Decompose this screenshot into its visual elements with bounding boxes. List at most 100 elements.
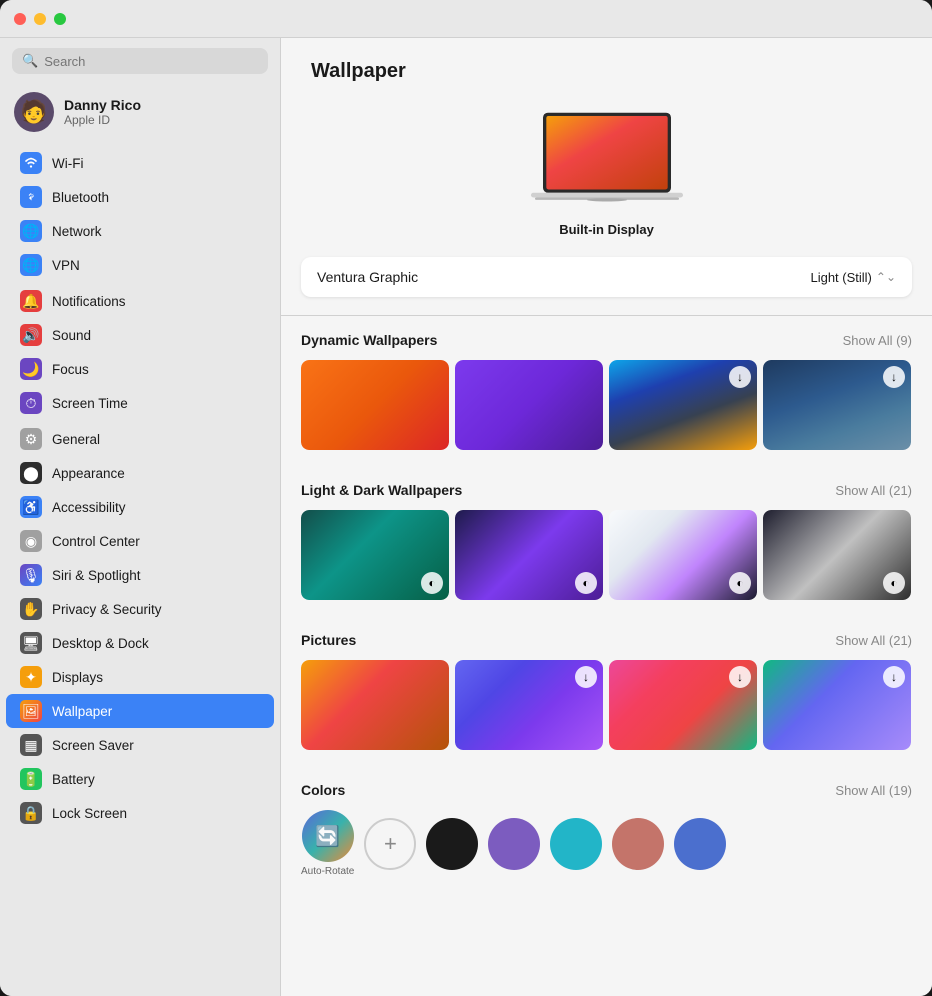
auto-rotate-item[interactable]: 🔄 Auto-Rotate xyxy=(301,810,354,877)
close-button[interactable] xyxy=(14,13,26,25)
pictures-thumb-1-bg xyxy=(301,660,449,750)
colors-grid: 🔄 Auto-Rotate + xyxy=(301,810,912,877)
pictures-section: Pictures Show All (21) ↓ ↓ xyxy=(281,616,932,766)
dynamic-thumb-1[interactable] xyxy=(301,360,449,450)
sidebar-item-network[interactable]: 🌐 Network xyxy=(6,214,274,248)
add-color-button[interactable]: + xyxy=(364,818,416,870)
sidebar-label-desktop: Desktop & Dock xyxy=(52,636,149,651)
lightdark-thumb-2[interactable]: ◐ xyxy=(455,510,603,600)
wallpaper-style-dropdown[interactable]: Light (Still) ⌃⌄ xyxy=(810,270,896,285)
user-profile[interactable]: 🧑 Danny Rico Apple ID xyxy=(0,82,280,142)
color-swatch-cyan[interactable] xyxy=(550,818,602,870)
appearance-icon: ⬤ xyxy=(20,462,42,484)
dynamic-thumb-3[interactable]: ↓ xyxy=(609,360,757,450)
search-bar[interactable]: 🔍 xyxy=(12,48,268,74)
sidebar-label-focus: Focus xyxy=(52,362,89,377)
siri-icon: 🎙 xyxy=(20,564,42,586)
light-dark-toggle-icon-3: ◐ xyxy=(729,572,751,594)
light-dark-toggle-icon-1: ◐ xyxy=(421,572,443,594)
sidebar-item-notifications[interactable]: 🔔 Notifications xyxy=(6,284,274,318)
light-dark-toggle-icon-2: ◐ xyxy=(575,572,597,594)
vpn-icon: 🌐 xyxy=(20,254,42,276)
privacy-icon: ✋ xyxy=(20,598,42,620)
pictures-thumb-3[interactable]: ↓ xyxy=(609,660,757,750)
dynamic-thumb-2[interactable] xyxy=(455,360,603,450)
lightdark-show-all[interactable]: Show All (21) xyxy=(835,483,912,498)
lightdark-thumb-3[interactable]: ◐ xyxy=(609,510,757,600)
sidebar-item-controlcenter[interactable]: ◉ Control Center xyxy=(6,524,274,558)
lightdark-thumb-4[interactable]: ◐ xyxy=(763,510,911,600)
sidebar-label-appearance: Appearance xyxy=(52,466,125,481)
display-label: Built-in Display xyxy=(559,222,654,237)
controlcenter-icon: ◉ xyxy=(20,530,42,552)
main-content: 🔍 🧑 Danny Rico Apple ID W xyxy=(0,38,932,996)
pictures-thumb-4[interactable]: ↓ xyxy=(763,660,911,750)
sound-icon: 🔊 xyxy=(20,324,42,346)
sidebar-item-screentime[interactable]: ⏱ Screen Time xyxy=(6,386,274,420)
sidebar-item-screensaver[interactable]: ▦ Screen Saver xyxy=(6,728,274,762)
sidebar-item-accessibility[interactable]: ♿ Accessibility xyxy=(6,490,274,524)
displays-icon: ✦ xyxy=(20,666,42,688)
dynamic-thumb-4[interactable]: ↓ xyxy=(763,360,911,450)
sidebar-label-accessibility: Accessibility xyxy=(52,500,126,515)
sidebar-label-screentime: Screen Time xyxy=(52,396,128,411)
sidebar-item-focus[interactable]: 🌙 Focus xyxy=(6,352,274,386)
cloud-download-icon-pic2: ↓ xyxy=(575,666,597,688)
sidebar-item-wallpaper[interactable]: 🖼 Wallpaper xyxy=(6,694,274,728)
battery-icon: 🔋 xyxy=(20,768,42,790)
colors-show-all[interactable]: Show All (19) xyxy=(835,783,912,798)
sidebar-item-general[interactable]: ⚙ General xyxy=(6,422,274,456)
sidebar-item-siri[interactable]: 🎙 Siri & Spotlight xyxy=(6,558,274,592)
titlebar xyxy=(0,0,932,38)
sidebar-label-privacy: Privacy & Security xyxy=(52,602,162,617)
maximize-button[interactable] xyxy=(54,13,66,25)
sidebar-label-wifi: Wi-Fi xyxy=(52,156,83,171)
dynamic-show-all[interactable]: Show All (9) xyxy=(843,333,912,348)
sidebar-item-wifi[interactable]: Wi-Fi xyxy=(6,146,274,180)
user-name: Danny Rico xyxy=(64,97,141,113)
sidebar-section-system: ⚙ General ⬤ Appearance ♿ Accessibility ◉… xyxy=(0,422,280,830)
color-swatch-blue[interactable] xyxy=(674,818,726,870)
sidebar-label-controlcenter: Control Center xyxy=(52,534,140,549)
wifi-icon xyxy=(20,152,42,174)
screentime-icon: ⏱ xyxy=(20,392,42,414)
sidebar: 🔍 🧑 Danny Rico Apple ID W xyxy=(0,38,281,996)
pictures-wallpaper-grid: ↓ ↓ ↓ xyxy=(301,660,912,750)
sidebar-label-lockscreen: Lock Screen xyxy=(52,806,127,821)
minimize-button[interactable] xyxy=(34,13,46,25)
main-panel: Wallpaper xyxy=(281,38,932,996)
auto-rotate-label: Auto-Rotate xyxy=(301,866,354,877)
sidebar-item-lockscreen[interactable]: 🔒 Lock Screen xyxy=(6,796,274,830)
sidebar-label-siri: Siri & Spotlight xyxy=(52,568,141,583)
dynamic-section-header: Dynamic Wallpapers Show All (9) xyxy=(301,332,912,348)
sidebar-item-battery[interactable]: 🔋 Battery xyxy=(6,762,274,796)
color-swatch-rose[interactable] xyxy=(612,818,664,870)
sidebar-label-sound: Sound xyxy=(52,328,91,343)
laptop-preview-svg xyxy=(527,109,687,214)
sidebar-item-displays[interactable]: ✦ Displays xyxy=(6,660,274,694)
sidebar-item-sound[interactable]: 🔊 Sound xyxy=(6,318,274,352)
color-swatch-black[interactable] xyxy=(426,818,478,870)
sidebar-item-privacy[interactable]: ✋ Privacy & Security xyxy=(6,592,274,626)
pictures-show-all[interactable]: Show All (21) xyxy=(835,633,912,648)
lightdark-thumb-1[interactable]: ◐ xyxy=(301,510,449,600)
dynamic-thumb-1-bg xyxy=(301,360,449,450)
chevron-updown-icon: ⌃⌄ xyxy=(876,270,896,284)
lightdark-wallpapers-section: Light & Dark Wallpapers Show All (21) ◐ … xyxy=(281,466,932,616)
sidebar-item-bluetooth[interactable]: Bluetooth xyxy=(6,180,274,214)
sidebar-item-appearance[interactable]: ⬤ Appearance xyxy=(6,456,274,490)
wallpaper-selector[interactable]: Ventura Graphic Light (Still) ⌃⌄ xyxy=(301,257,912,297)
sidebar-item-desktop[interactable]: 🖥 Desktop & Dock xyxy=(6,626,274,660)
color-swatch-purple[interactable] xyxy=(488,818,540,870)
cloud-download-icon-pic3: ↓ xyxy=(729,666,751,688)
colors-section-title: Colors xyxy=(301,782,345,798)
cloud-download-icon-4: ↓ xyxy=(883,366,905,388)
app-window: 🔍 🧑 Danny Rico Apple ID W xyxy=(0,0,932,996)
pictures-thumb-2[interactable]: ↓ xyxy=(455,660,603,750)
search-input[interactable] xyxy=(44,54,258,69)
auto-rotate-icon: 🔄 xyxy=(302,810,354,862)
pictures-thumb-1[interactable] xyxy=(301,660,449,750)
focus-icon: 🌙 xyxy=(20,358,42,380)
wallpaper-icon: 🖼 xyxy=(20,700,42,722)
sidebar-item-vpn[interactable]: 🌐 VPN xyxy=(6,248,274,282)
